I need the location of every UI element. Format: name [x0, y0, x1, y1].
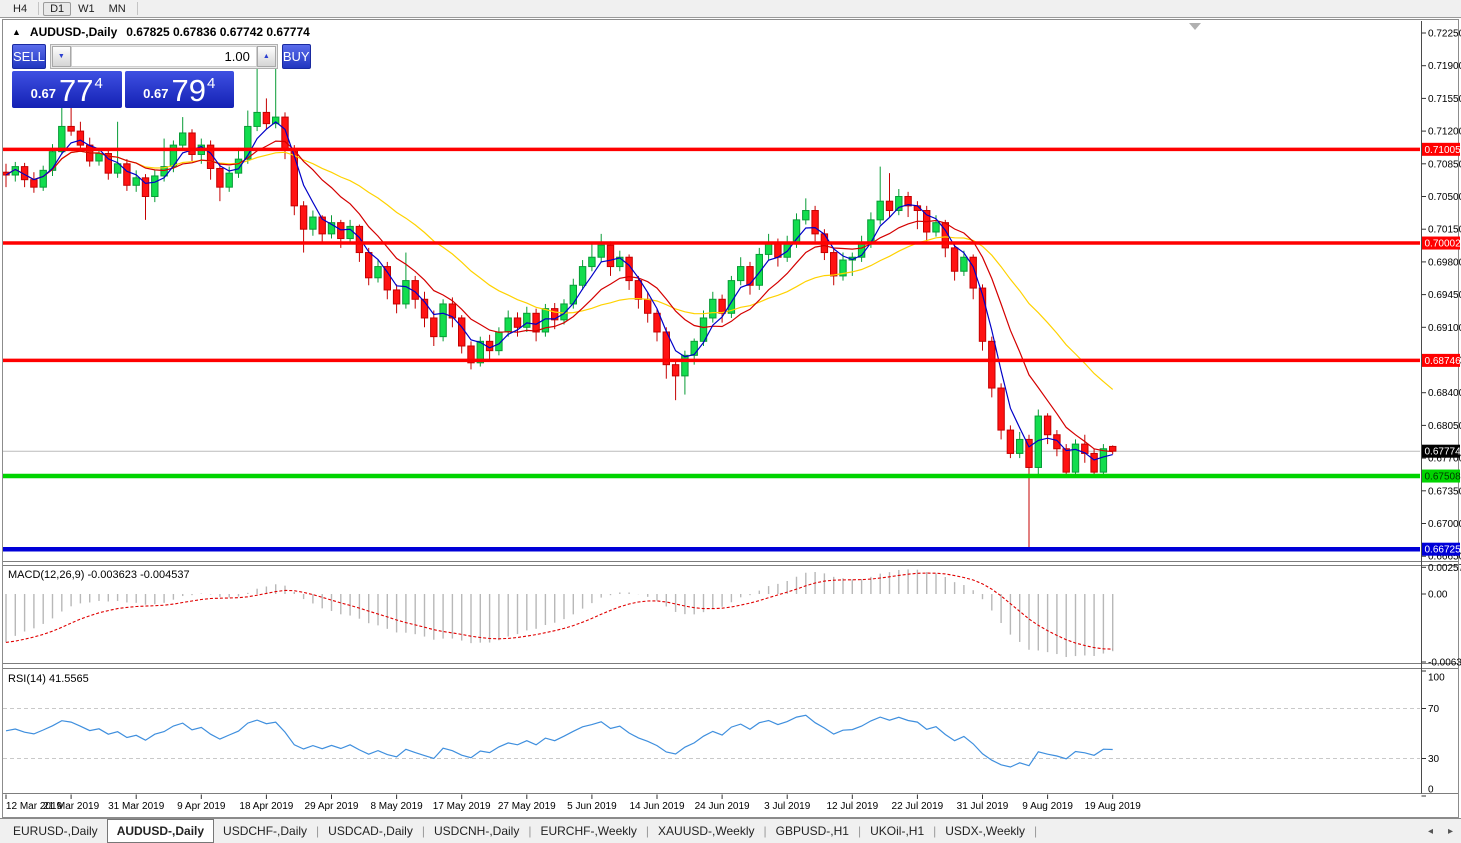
tab-gbpusd-h1[interactable]: GBPUSD-,H1 — [767, 819, 858, 843]
collapse-panel-icon[interactable]: ▲ — [12, 27, 21, 37]
buy-button[interactable]: BUY — [282, 44, 311, 69]
svg-text:8 May 2019: 8 May 2019 — [370, 801, 423, 812]
rsi-indicator-label: RSI(14) 41.5565 — [8, 673, 89, 685]
svg-text:0.67350: 0.67350 — [1428, 486, 1461, 497]
svg-text:0.68746: 0.68746 — [1425, 356, 1461, 367]
volume-decrease-button[interactable]: ▼ — [52, 46, 71, 67]
buy-price-prefix: 0.67 — [143, 86, 168, 101]
tab-usdcad-daily[interactable]: USDCAD-,Daily — [319, 819, 422, 843]
svg-text:0.67774: 0.67774 — [1425, 447, 1461, 458]
svg-text:0.002574: 0.002574 — [1428, 563, 1461, 574]
sell-button[interactable]: SELL — [12, 44, 46, 69]
svg-text:19 Aug 2019: 19 Aug 2019 — [1085, 801, 1142, 812]
chart-ohlc-label: 0.67825 0.67836 0.67742 0.67774 — [126, 25, 310, 39]
volume-input[interactable] — [71, 46, 257, 67]
tab-xauusd-weekly[interactable]: XAUUSD-,Weekly — [649, 819, 763, 843]
svg-text:21 Mar 2019: 21 Mar 2019 — [43, 801, 100, 812]
sell-price-display[interactable]: 0.67 77 4 — [12, 71, 122, 108]
macd-indicator-label: MACD(12,26,9) -0.003623 -0.004537 — [8, 569, 190, 581]
svg-text:0.71005: 0.71005 — [1425, 145, 1461, 156]
volume-increase-button[interactable]: ▲ — [257, 46, 276, 67]
svg-text:0.70500: 0.70500 — [1428, 192, 1461, 203]
chart-title: ▲ AUDUSD-,Daily 0.67825 0.67836 0.67742 … — [12, 25, 310, 39]
svg-text:0.69800: 0.69800 — [1428, 257, 1461, 268]
svg-text:0.67508: 0.67508 — [1425, 472, 1461, 483]
svg-text:0.68400: 0.68400 — [1428, 388, 1461, 399]
svg-text:12 Jul 2019: 12 Jul 2019 — [826, 801, 878, 812]
tab-ukoil-h1[interactable]: UKOil-,H1 — [861, 819, 933, 843]
tab-audusd-daily[interactable]: AUDUSD-,Daily — [107, 819, 214, 843]
one-click-trading-panel: SELL ▼ ▲ BUY 0.67 77 4 0.67 79 4 — [12, 44, 234, 108]
sell-price-point: 4 — [94, 75, 102, 92]
svg-text:3 Jul 2019: 3 Jul 2019 — [764, 801, 811, 812]
svg-text:31 Mar 2019: 31 Mar 2019 — [108, 801, 165, 812]
tab-usdx-weekly[interactable]: USDX-,Weekly — [936, 819, 1034, 843]
svg-text:0.70850: 0.70850 — [1428, 159, 1461, 170]
price-chart[interactable]: 0.72250 0.71900 0.71550 0.71200 0.70850 0.705… — [0, 0, 1461, 820]
tab-separator: | — [1034, 824, 1037, 838]
svg-text:0.66725: 0.66725 — [1425, 545, 1461, 556]
svg-text:5 Jun 2019: 5 Jun 2019 — [567, 801, 617, 812]
svg-text:-0.006326: -0.006326 — [1428, 658, 1461, 669]
svg-text:9 Aug 2019: 9 Aug 2019 — [1022, 801, 1073, 812]
svg-text:18 Apr 2019: 18 Apr 2019 — [239, 801, 293, 812]
mt4-window: H4 D1 W1 MN 0.722500.719000.715500.71200… — [0, 0, 1461, 843]
sell-price-pips: 77 — [59, 76, 93, 105]
svg-text:9 Apr 2019: 9 Apr 2019 — [177, 801, 226, 812]
volume-stepper: ▼ ▲ — [50, 44, 278, 69]
buy-price-point: 4 — [207, 75, 215, 92]
tab-usdchf-daily[interactable]: USDCHF-,Daily — [214, 819, 316, 843]
tabs-scroll-left-icon[interactable]: ◂ — [1428, 826, 1433, 837]
svg-text:14 Jun 2019: 14 Jun 2019 — [629, 801, 684, 812]
svg-text:17 May 2019: 17 May 2019 — [433, 801, 491, 812]
svg-text:100: 100 — [1428, 673, 1445, 684]
svg-text:0.71550: 0.71550 — [1428, 94, 1461, 105]
tab-usdcnh-daily[interactable]: USDCNH-,Daily — [425, 819, 528, 843]
svg-text:0.69450: 0.69450 — [1428, 290, 1461, 301]
svg-text:27 May 2019: 27 May 2019 — [498, 801, 556, 812]
tabs-scroll-right-icon[interactable]: ▸ — [1448, 826, 1453, 837]
tab-eurchf-weekly[interactable]: EURCHF-,Weekly — [531, 819, 645, 843]
chart-symbol-label: AUDUSD-,Daily — [30, 25, 117, 39]
svg-text:0: 0 — [1428, 785, 1434, 796]
svg-text:0.00: 0.00 — [1428, 590, 1448, 601]
svg-text:29 Apr 2019: 29 Apr 2019 — [305, 801, 359, 812]
tab-eurusd-daily[interactable]: EURUSD-,Daily — [4, 819, 107, 843]
svg-text:70: 70 — [1428, 704, 1440, 715]
buy-price-pips: 79 — [171, 76, 205, 105]
sell-price-prefix: 0.67 — [31, 86, 56, 101]
svg-text:0.70150: 0.70150 — [1428, 225, 1461, 236]
svg-text:0.71200: 0.71200 — [1428, 127, 1461, 138]
svg-text:0.67000: 0.67000 — [1428, 519, 1461, 530]
svg-text:0.68050: 0.68050 — [1428, 421, 1461, 432]
svg-text:0.71900: 0.71900 — [1428, 61, 1461, 72]
svg-text:0.70002: 0.70002 — [1425, 239, 1461, 250]
svg-text:31 Jul 2019: 31 Jul 2019 — [957, 801, 1009, 812]
svg-text:0.69100: 0.69100 — [1428, 323, 1461, 334]
svg-text:22 Jul 2019: 22 Jul 2019 — [892, 801, 944, 812]
svg-text:24 Jun 2019: 24 Jun 2019 — [695, 801, 750, 812]
svg-text:30: 30 — [1428, 754, 1440, 765]
buy-price-display[interactable]: 0.67 79 4 — [125, 71, 235, 108]
chart-tab-bar: EURUSD-,DailyAUDUSD-,DailyUSDCHF-,Daily |… — [0, 818, 1461, 843]
svg-text:0.72250: 0.72250 — [1428, 29, 1461, 40]
